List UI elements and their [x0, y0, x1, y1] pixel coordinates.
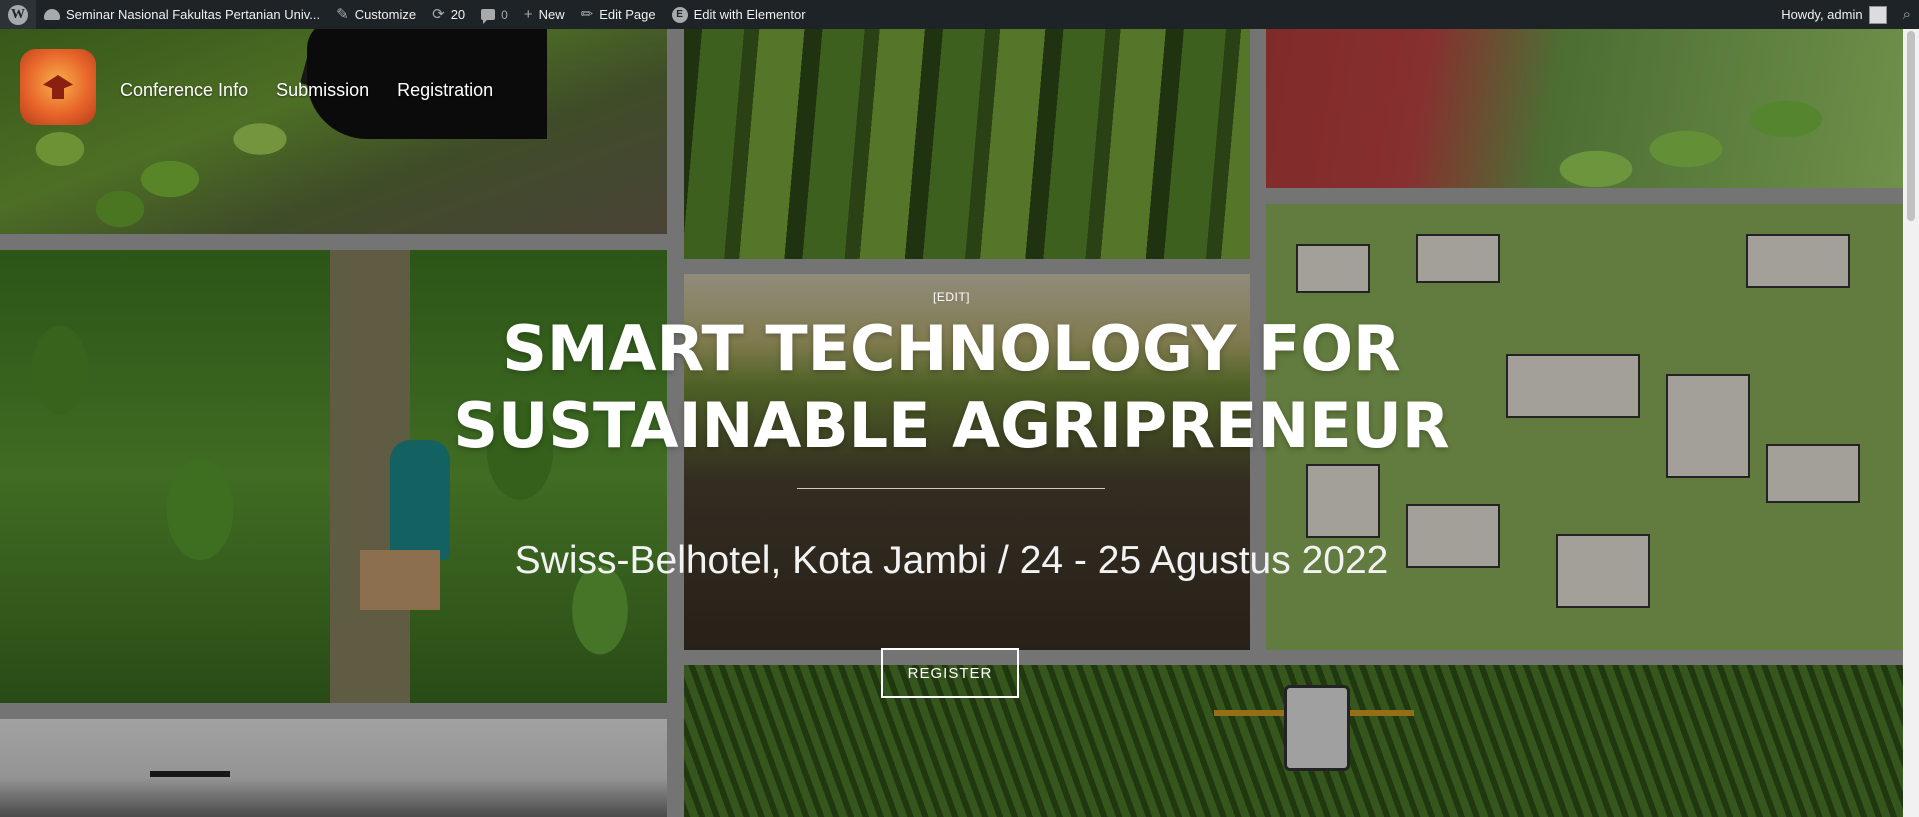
comments-count: 0 [501, 7, 508, 22]
nav-item-conference-info[interactable]: Conference Info [120, 80, 248, 101]
page-scrollbar[interactable] [1903, 29, 1919, 817]
new-content-menu[interactable]: + New [516, 0, 573, 29]
nav-item-submission[interactable]: Submission [276, 80, 369, 101]
site-logo[interactable] [20, 49, 96, 125]
avatar [1868, 5, 1887, 24]
comment-icon [481, 9, 496, 24]
my-account-menu[interactable]: Howdy, admin [1773, 0, 1894, 29]
wordpress-logo-menu[interactable]: W [0, 0, 36, 29]
hero-title-line-1: SMART TECHNOLOGY FOR [502, 312, 1401, 385]
scrollbar-thumb[interactable] [1907, 31, 1915, 221]
updates-count: 20 [450, 7, 466, 22]
pencil-icon: ✏ [580, 6, 594, 23]
university-emblem-icon [43, 75, 73, 99]
hero-subtitle: Swiss-Belhotel, Kota Jambi / 24 - 25 Agu… [514, 539, 1389, 582]
customize-label: Customize [354, 7, 417, 22]
edit-page-label: Edit Page [599, 7, 656, 22]
dashboard-icon [44, 9, 60, 20]
elementor-icon: E [671, 6, 688, 23]
nav-item-registration[interactable]: Registration [397, 80, 493, 101]
edit-link[interactable]: [EDIT] [0, 290, 1903, 304]
comments-link[interactable]: 0 [473, 0, 516, 29]
site-name-menu[interactable]: Seminar Nasional Fakultas Pertanian Univ… [36, 0, 328, 29]
wp-admin-bar: W Seminar Nasional Fakultas Pertanian Un… [0, 0, 1919, 29]
site-name-label: Seminar Nasional Fakultas Pertanian Univ… [66, 7, 321, 22]
updates-link[interactable]: ⟳ 20 [424, 0, 473, 29]
wordpress-icon: W [8, 4, 28, 25]
hero-divider [797, 488, 1105, 489]
hero-title: SMART TECHNOLOGY FOR SUSTAINABLE AGRIPRE… [0, 310, 1903, 464]
updates-icon: ⟳ [432, 6, 445, 23]
edit-with-elementor-link[interactable]: E Edit with Elementor [664, 0, 814, 29]
new-label: New [538, 7, 565, 22]
hero-title-line-2: SUSTAINABLE AGRIPRENEUR [453, 389, 1450, 462]
edit-page-link[interactable]: ✏ Edit Page [573, 0, 664, 29]
edit-elementor-label: Edit with Elementor [693, 7, 806, 22]
register-button[interactable]: REGISTER [881, 648, 1019, 698]
main-navigation: Conference Info Submission Registration [120, 80, 493, 101]
howdy-label: Howdy, admin [1781, 7, 1863, 22]
search-icon: ⌕ [1902, 6, 1911, 23]
brush-icon: ✎ [336, 6, 349, 23]
plus-icon: + [523, 6, 533, 23]
customize-link[interactable]: ✎ Customize [328, 0, 424, 29]
admin-search[interactable]: ⌕ [1895, 0, 1919, 29]
